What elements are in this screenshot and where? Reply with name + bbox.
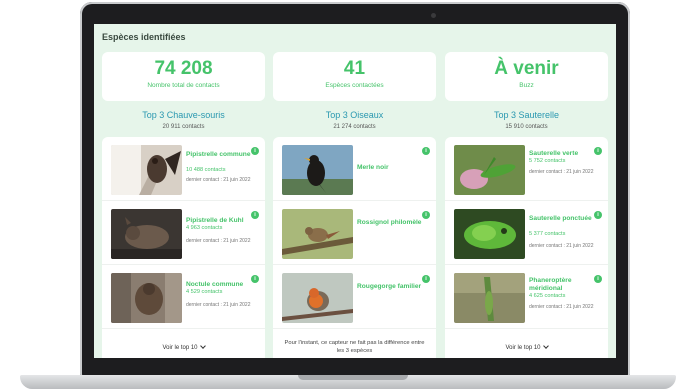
species-contacts: 5 377 contacts	[529, 231, 566, 237]
list-item[interactable]: Merle noir i	[273, 137, 436, 201]
species-contacts: 4 625 contacts	[529, 293, 566, 299]
list-item[interactable]: Pipistrelle commune 10 488 contacts dern…	[102, 137, 265, 201]
stat-card-total-contacts: 74 208 Nombre total de contacts	[102, 52, 265, 101]
grasshopper-photo	[454, 145, 525, 195]
species-name[interactable]: Rossignol philomèle	[357, 219, 429, 227]
list-item[interactable]: Sauterelle ponctuée 5 377 contacts derni…	[445, 201, 608, 265]
species-last-contact: dernier contact : 21 juin 2022	[529, 304, 594, 310]
species-name[interactable]: Phaneroptère méridional	[529, 277, 601, 292]
stat-value: 41	[343, 58, 366, 79]
chevron-down-icon	[199, 343, 206, 349]
bat-photo	[111, 209, 182, 259]
info-icon[interactable]: i	[251, 147, 259, 155]
see-top10-label[interactable]: Voir le top 10	[505, 345, 540, 351]
species-name[interactable]: Pipistrelle de Kuhl	[186, 217, 258, 225]
bird-photo	[282, 209, 353, 259]
info-icon[interactable]: i	[422, 275, 430, 283]
list-item[interactable]: Noctule commune 4 529 contacts dernier c…	[102, 265, 265, 329]
species-name[interactable]: Sauterelle verte	[529, 150, 601, 158]
column-birds: Top 3 Oiseaux 21 274 contacts Merle noir…	[273, 110, 436, 358]
column-count: 20 911 contacts	[162, 124, 205, 130]
species-name[interactable]: Noctule commune	[186, 281, 258, 289]
list-item[interactable]: Rougegorge familier i	[273, 265, 436, 329]
grasshopper-photo	[454, 209, 525, 259]
info-icon[interactable]: i	[594, 275, 602, 283]
column-count: 21 274 contacts	[333, 124, 376, 130]
bat-photo	[111, 273, 182, 323]
list-item[interactable]: Sauterelle verte 5 752 contacts dernier …	[445, 137, 608, 201]
see-top10-link[interactable]: Voir le top 10	[102, 343, 265, 351]
birds-note: Pour l'instant, ce capteur ne fait pas l…	[284, 340, 425, 354]
stat-label: Nombre total de contacts	[147, 82, 220, 89]
camera-icon	[431, 13, 436, 18]
stat-label: Buzz	[519, 82, 534, 89]
info-icon[interactable]: i	[251, 275, 259, 283]
species-contacts: 4 963 contacts	[186, 225, 223, 231]
species-name[interactable]: Rougegorge familier	[357, 283, 429, 291]
see-top10-link[interactable]: Voir le top 10	[445, 343, 608, 351]
info-icon[interactable]: i	[422, 211, 430, 219]
species-contacts: 5 752 contacts	[529, 158, 566, 164]
species-list: Merle noir i Rossignol philomèle i Rouge…	[273, 137, 436, 358]
species-name[interactable]: Pipistrelle commune	[186, 151, 258, 159]
info-icon[interactable]: i	[422, 147, 430, 155]
stat-value: À venir	[494, 58, 559, 79]
species-name[interactable]: Sauterelle ponctuée	[529, 215, 601, 223]
species-contacts: 4 529 contacts	[186, 289, 223, 295]
stat-label: Espèces contactées	[325, 82, 384, 89]
stat-card-buzz: À venir Buzz	[445, 52, 608, 101]
list-item[interactable]: Rossignol philomèle i	[273, 201, 436, 265]
column-count: 15 910 contacts	[505, 124, 548, 130]
species-last-contact: dernier contact : 21 juin 2022	[529, 169, 594, 175]
see-top10-label[interactable]: Voir le top 10	[162, 345, 197, 351]
info-icon[interactable]: i	[594, 211, 602, 219]
column-title: Top 3 Chauve-souris	[142, 110, 225, 120]
stat-value: 74 208	[154, 58, 213, 79]
screen: Espèces identifiées 74 208 Nombre total …	[94, 24, 616, 358]
species-last-contact: dernier contact : 21 juin 2022	[186, 302, 251, 308]
species-last-contact: dernier contact : 21 juin 2022	[186, 177, 251, 183]
column-title: Top 3 Sauterelle	[493, 110, 560, 120]
species-last-contact: dernier contact : 21 juin 2022	[186, 238, 251, 244]
column-grasshoppers: Top 3 Sauterelle 15 910 contacts Sautere…	[445, 110, 608, 358]
list-item[interactable]: Pipistrelle de Kuhl 4 963 contacts derni…	[102, 201, 265, 265]
species-list: Sauterelle verte 5 752 contacts dernier …	[445, 137, 608, 358]
page-title: Espèces identifiées	[102, 32, 186, 42]
laptop-notch	[298, 375, 408, 380]
species-last-contact: dernier contact : 21 juin 2022	[529, 243, 594, 249]
bird-photo	[282, 273, 353, 323]
bat-photo	[111, 145, 182, 195]
info-icon[interactable]: i	[594, 147, 602, 155]
info-icon[interactable]: i	[251, 211, 259, 219]
bird-photo	[282, 145, 353, 195]
stat-card-species: 41 Espèces contactées	[273, 52, 436, 101]
species-contacts: 10 488 contacts	[186, 167, 226, 173]
list-item[interactable]: Phaneroptère méridional 4 625 contacts d…	[445, 265, 608, 329]
species-list: Pipistrelle commune 10 488 contacts dern…	[102, 137, 265, 358]
column-bats: Top 3 Chauve-souris 20 911 contacts Pipi…	[102, 110, 265, 358]
chevron-down-icon	[542, 343, 549, 349]
column-title: Top 3 Oiseaux	[325, 110, 384, 120]
species-name[interactable]: Merle noir	[357, 164, 429, 172]
grasshopper-photo	[454, 273, 525, 323]
